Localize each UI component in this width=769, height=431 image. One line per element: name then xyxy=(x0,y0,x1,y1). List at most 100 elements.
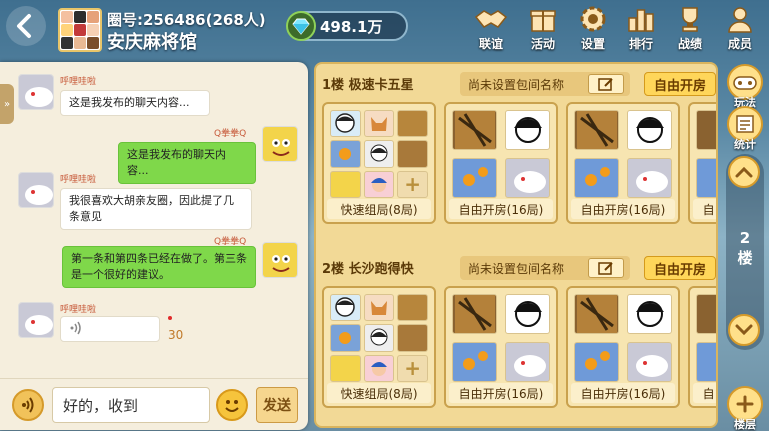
avatar[interactable] xyxy=(18,302,54,338)
menu-chengyuan[interactable]: 成员 xyxy=(717,4,763,52)
menu-paihang[interactable]: 排行 xyxy=(618,4,664,52)
floor-up-button[interactable] xyxy=(728,156,760,188)
avatar xyxy=(452,294,497,334)
menu-zhanji[interactable]: 战绩 xyxy=(667,4,713,52)
free-room-button[interactable]: 自由开房 xyxy=(644,72,716,96)
avatar xyxy=(397,110,428,138)
avatar[interactable] xyxy=(262,242,298,278)
floor-down-button[interactable] xyxy=(728,314,760,346)
table-label: 自由开房(16局) xyxy=(449,199,553,219)
menu-lianyi[interactable]: 联谊 xyxy=(468,4,514,52)
table-seats xyxy=(696,110,716,198)
table-card[interactable]: 自由开房(16局) xyxy=(444,102,558,224)
avatar xyxy=(574,294,619,334)
avatar xyxy=(505,158,550,198)
floor-navigator: 2 楼 xyxy=(726,154,764,350)
add-seat-button[interactable]: + xyxy=(397,354,428,382)
avatar xyxy=(696,342,716,382)
avatar xyxy=(574,110,619,150)
plus-icon xyxy=(736,395,754,413)
avatar xyxy=(452,110,497,150)
top-bar: 圈号:256486(268人) 安庆麻将馆 498.1万 联谊 活动 设置 排行… xyxy=(0,0,769,60)
club-id: 圈号:256486(268人) xyxy=(107,11,266,29)
play-rules-button[interactable]: 玩法 xyxy=(725,64,765,110)
table-seats xyxy=(574,294,672,382)
avatar xyxy=(627,294,672,334)
table-card[interactable]: + 快速组局(8局) xyxy=(322,286,436,408)
voice-message[interactable] xyxy=(60,316,160,342)
table-card[interactable]: + 快速组局(8局) xyxy=(322,102,436,224)
avatar xyxy=(363,170,395,198)
table-card[interactable]: 自由开房(16局) xyxy=(688,102,716,224)
avatar xyxy=(363,294,395,322)
menu-paihang-label: 排行 xyxy=(628,37,653,51)
avatar xyxy=(330,294,361,322)
avatar[interactable] xyxy=(262,126,298,162)
table-card[interactable]: 自由开房(16局) xyxy=(444,286,558,408)
avatar xyxy=(627,158,672,198)
send-button[interactable]: 发送 xyxy=(256,387,298,423)
avatar xyxy=(330,140,361,168)
floor-layer-button[interactable]: 楼层 xyxy=(725,386,765,431)
gift-icon xyxy=(530,10,556,32)
table-card[interactable]: 自由开房(16局) xyxy=(566,102,680,224)
free-room-button[interactable]: 自由开房 xyxy=(644,256,716,280)
menu-shezhi-label: 设置 xyxy=(580,37,605,51)
chat-input[interactable] xyxy=(52,387,210,423)
ranking-icon xyxy=(628,9,654,32)
back-button[interactable] xyxy=(6,6,46,46)
chat-bubble: 我很喜欢大胡亲友圈，因此提了几条意见 xyxy=(60,188,252,230)
chevron-down-icon xyxy=(735,324,753,336)
nickname: 呼哩哇啦 xyxy=(60,175,97,185)
floor-title: 1楼 极速卡五星 xyxy=(322,78,414,93)
back-arrow-icon xyxy=(17,14,31,38)
avatar xyxy=(330,324,361,352)
edit-room-name-button[interactable] xyxy=(588,258,624,278)
floor-header: 2楼 长沙跑得快 尚未设置包间名称 自由开房 xyxy=(316,252,716,284)
floor-title: 2楼 长沙跑得快 xyxy=(322,262,414,277)
voice-icon xyxy=(22,397,34,413)
table-seats: + xyxy=(330,110,428,198)
chat-input-bar: 发送 xyxy=(0,378,308,430)
diamond-balance[interactable]: 498.1万 xyxy=(286,11,408,41)
diamond-value: 498.1万 xyxy=(320,17,383,36)
table-card[interactable]: 自由开房(16局) xyxy=(566,286,680,408)
avatar xyxy=(452,158,497,198)
gear-icon xyxy=(580,6,606,32)
menu-shezhi[interactable]: 设置 xyxy=(570,4,616,52)
table-seats xyxy=(574,110,672,198)
nickname: Q拳拳Q xyxy=(214,129,247,139)
table-label: 快速组局(8局) xyxy=(327,199,431,219)
member-icon xyxy=(728,7,752,33)
edit-room-name-button[interactable] xyxy=(588,74,624,94)
table-card[interactable]: 自由开房(16局) xyxy=(688,286,716,408)
chat-bubble: 第一条和第四条已经在做了。第三条是一个很好的建议。 xyxy=(62,246,256,288)
stats-button[interactable]: 统计 xyxy=(725,106,765,152)
avatar[interactable] xyxy=(18,172,54,208)
table-seats xyxy=(696,294,716,382)
handshake-icon xyxy=(474,10,508,28)
collapse-chat-button[interactable]: » xyxy=(0,84,14,124)
table-label: 自由开房(16局) xyxy=(693,383,716,403)
nickname: 呼哩哇啦 xyxy=(60,305,97,315)
avatar xyxy=(627,342,672,382)
add-seat-button[interactable]: + xyxy=(397,170,428,198)
avatar xyxy=(397,294,428,322)
right-rail: 玩法 统计 2 楼 楼层 xyxy=(722,62,768,431)
avatar xyxy=(696,158,716,198)
chat-panel: » 呼哩哇啦 这是我发布的聊天内容... Q拳拳Q 这是我发布的聊天内容... … xyxy=(0,62,308,430)
stats-icon xyxy=(736,115,754,133)
menu-huodong[interactable]: 活动 xyxy=(520,4,566,52)
club-avatar xyxy=(58,8,102,52)
floors-panel: 1楼 极速卡五星 尚未设置包间名称 自由开房 + 快速组局(8局) 自由开房(1… xyxy=(314,62,718,428)
edit-icon xyxy=(598,78,613,91)
avatar xyxy=(330,170,361,198)
avatar xyxy=(574,158,619,198)
voice-input-button[interactable] xyxy=(12,389,44,421)
avatar xyxy=(363,110,395,138)
emoji-button[interactable] xyxy=(216,389,248,421)
table-label: 自由开房(16局) xyxy=(571,199,675,219)
table-seats: + xyxy=(330,294,428,382)
avatar xyxy=(574,342,619,382)
avatar[interactable] xyxy=(18,74,54,110)
